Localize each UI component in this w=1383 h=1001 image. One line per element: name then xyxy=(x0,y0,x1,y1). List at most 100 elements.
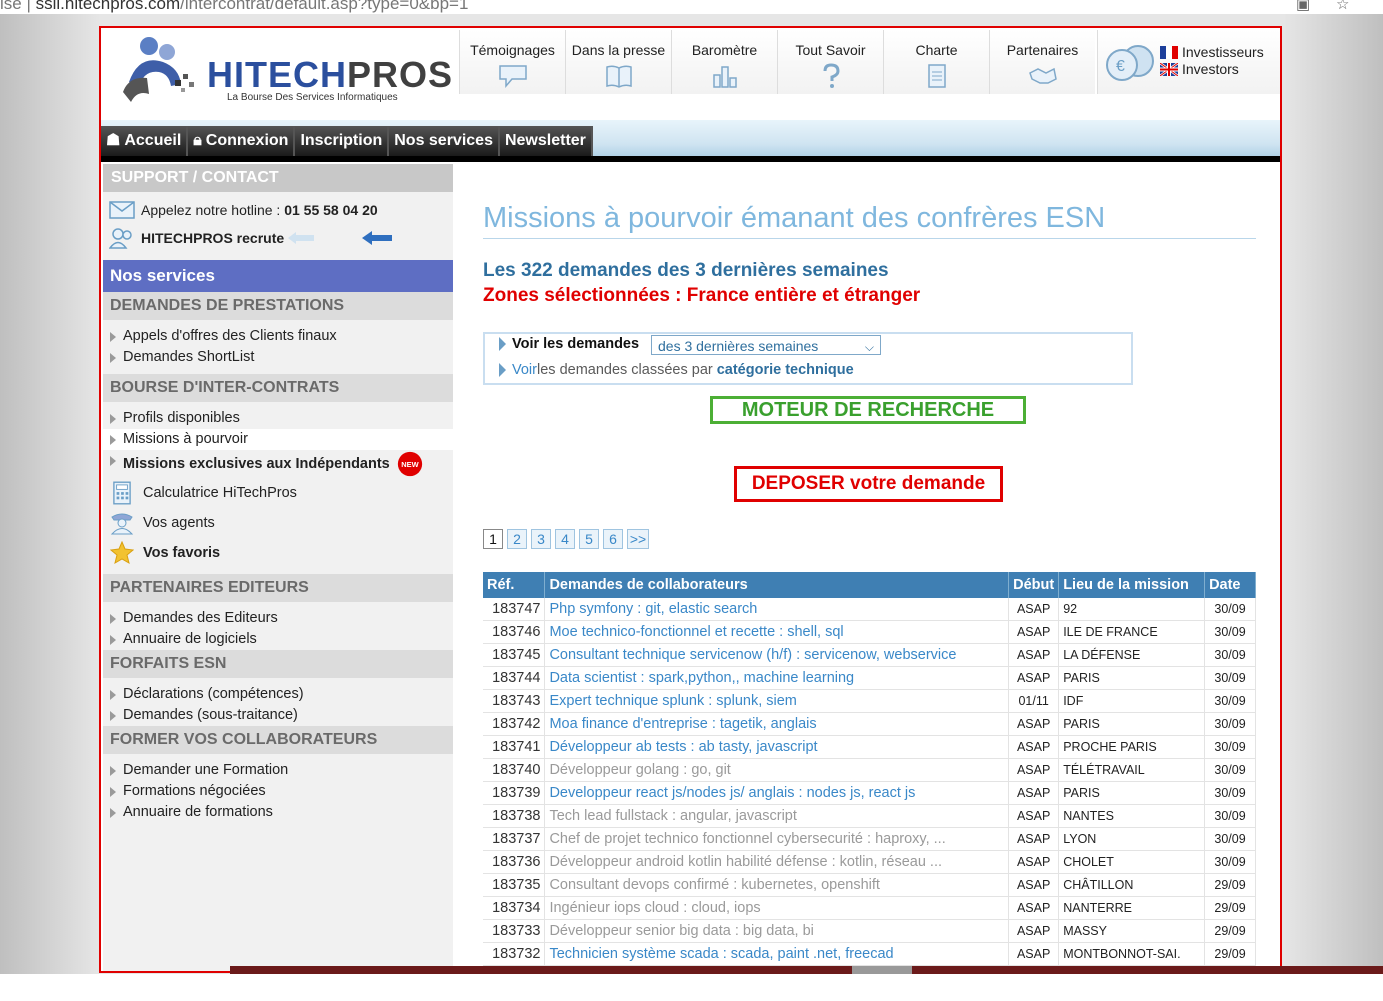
cell-demande-link[interactable]: Chef de projet technico fonctionnel cybe… xyxy=(544,827,1010,851)
cell-demande-link[interactable]: Expert technique splunk : splunk, siem xyxy=(544,689,1010,713)
sidebar-link-shortlist[interactable]: Demandes ShortList xyxy=(103,347,453,368)
sidebar-link-declarations[interactable]: Déclarations (compétences) xyxy=(103,684,453,705)
scrollbar-thumb[interactable] xyxy=(852,966,912,974)
page-3[interactable]: 3 xyxy=(531,529,551,549)
sidebar-link-missions-exclusives[interactable]: Missions exclusives aux Indépendants NEW xyxy=(103,450,453,478)
table-row[interactable]: 183744 Data scientist : spark,python,, ma… xyxy=(483,666,1256,690)
nav-accueil[interactable]: ☗ Accueil xyxy=(101,126,189,156)
submit-request-button[interactable]: DEPOSER votre demande xyxy=(734,466,1003,502)
investors-box[interactable]: € Investisseurs Investors xyxy=(1097,30,1280,94)
svg-text:NEW: NEW xyxy=(401,460,419,469)
page-6[interactable]: 6 xyxy=(603,529,623,549)
sidebar-link-profils[interactable]: Profils disponibles xyxy=(103,408,453,429)
cell-demande-link[interactable]: Développeur android kotlin habilité défe… xyxy=(544,850,1010,874)
table-row[interactable]: 183734 Ingénieur iops cloud : cloud, iops… xyxy=(483,896,1256,920)
partenaires-editeurs-heading: PARTENAIRES EDITEURS xyxy=(103,574,453,602)
cell-demande-link[interactable]: Développeur golang : go, git xyxy=(544,758,1010,782)
cell-demande-link[interactable]: Ingénieur iops cloud : cloud, iops xyxy=(544,896,1010,920)
bar-chart-icon xyxy=(712,66,737,88)
table-row[interactable]: 183737 Chef de projet technico fonctionne… xyxy=(483,827,1256,851)
sidebar-link-appels-offres[interactable]: Appels d'offres des Clients finaux xyxy=(103,326,453,347)
cell-ref: 183745 xyxy=(483,643,546,667)
sidebar-link-missions[interactable]: Missions à pourvoir xyxy=(103,429,453,450)
cell-demande-link[interactable]: Tech lead fullstack : angular, javascrip… xyxy=(544,804,1010,828)
logo-wordmark: HITECHPROS xyxy=(207,54,454,95)
page-status-icon[interactable]: ▣ xyxy=(1296,0,1310,13)
cell-demande-link[interactable]: Moa finance d'entreprise : tagetik, angl… xyxy=(544,712,1010,736)
triangle-right-icon xyxy=(499,337,506,351)
col-date: Date xyxy=(1204,572,1256,598)
topnav-temoignages[interactable]: Témoignages xyxy=(459,30,565,94)
table-row[interactable]: 183732 Technicien système scada : scada, … xyxy=(483,942,1256,966)
sidebar-link-demander-formation[interactable]: Demander une Formation xyxy=(103,760,453,781)
sidebar-link-agents[interactable]: Vos agents xyxy=(103,508,453,538)
cell-debut: ASAP xyxy=(1008,643,1060,667)
cell-demande-link[interactable]: Consultant devops confirmé : kubernetes,… xyxy=(544,873,1010,897)
cell-date: 30/09 xyxy=(1204,804,1256,828)
horizontal-scrollbar[interactable] xyxy=(230,966,1383,974)
page-5[interactable]: 5 xyxy=(579,529,599,549)
table-row[interactable]: 183743 Expert technique splunk : splunk, … xyxy=(483,689,1256,713)
cell-debut: ASAP xyxy=(1008,850,1060,874)
nav-nos-services[interactable]: Nos services xyxy=(389,126,500,156)
faded-arrow-icon xyxy=(288,232,315,244)
url-path: /intercontrat/default.asp?type=0&bp=1 xyxy=(180,0,469,13)
pagination: 1 2 3 4 5 6 >> xyxy=(483,529,653,549)
recrute-line[interactable]: HITECHPROS recrute xyxy=(103,224,453,252)
cell-ref: 183743 xyxy=(483,689,546,713)
investors-fr-link[interactable]: Investisseurs xyxy=(1160,44,1264,60)
period-select[interactable]: des 3 dernières semaines ⌵ xyxy=(651,335,881,355)
people-icon xyxy=(109,228,132,249)
table-row[interactable]: 183747 Php symfony : git, elastic search A… xyxy=(483,598,1256,621)
filter-row-category[interactable]: Voir les demandes classées par catégorie … xyxy=(499,362,854,378)
cell-demande-link[interactable]: Technicien système scada : scada, paint … xyxy=(544,942,1010,966)
question-icon xyxy=(823,63,840,88)
table-row[interactable]: 183738 Tech lead fullstack : angular, jav… xyxy=(483,804,1256,828)
table-row[interactable]: 183745 Consultant technique servicenow (h… xyxy=(483,643,1256,667)
nav-connexion[interactable]: 🔒︎ Connexion xyxy=(188,126,296,156)
site-logo[interactable]: HITECHPROS La Bourse Des Services Inform… xyxy=(119,32,452,114)
sidebar-link-demandes-editeurs[interactable]: Demandes des Editeurs xyxy=(103,608,453,629)
topnav-partenaires[interactable]: Partenaires xyxy=(989,30,1095,94)
search-engine-button[interactable]: MOTEUR DE RECHERCHE xyxy=(710,396,1026,424)
nav-newsletter[interactable]: Newsletter xyxy=(499,126,593,156)
cell-date: 29/09 xyxy=(1204,919,1256,943)
nav-inscription[interactable]: Inscription xyxy=(295,126,390,156)
page-4[interactable]: 4 xyxy=(555,529,575,549)
sidebar-link-annuaire-logiciels[interactable]: Annuaire de logiciels xyxy=(103,629,453,650)
bookmark-star-icon[interactable]: ☆ xyxy=(1336,0,1349,13)
cell-demande-link[interactable]: Consultant technique servicenow (h/f) : … xyxy=(544,643,1010,667)
table-row[interactable]: 183746 Moe technico-fonctionnel et recett… xyxy=(483,620,1256,644)
sidebar-link-demandes-sous-traitance[interactable]: Demandes (sous-traitance) xyxy=(103,705,453,726)
topnav-dans-la-presse[interactable]: Dans la presse xyxy=(565,30,671,94)
sidebar-link-calculatrice[interactable]: Calculatrice HiTechPros xyxy=(103,478,453,508)
cell-demande-link[interactable]: Moe technico-fonctionnel et recette : sh… xyxy=(544,620,1010,644)
cell-lieu: NANTERRE xyxy=(1058,896,1206,920)
sidebar-link-annuaire-formations[interactable]: Annuaire de formations xyxy=(103,802,453,823)
topnav-tout-savoir[interactable]: Tout Savoir xyxy=(777,30,883,94)
table-row[interactable]: 183740 Développeur golang : go, git ASAP TÉ… xyxy=(483,758,1256,782)
topnav-barometre[interactable]: Baromètre xyxy=(671,30,777,94)
topnav-charte[interactable]: Charte xyxy=(883,30,989,94)
investors-en-link[interactable]: Investors xyxy=(1160,61,1239,77)
page-1[interactable]: 1 xyxy=(483,529,503,549)
table-row[interactable]: 183739 Developpeur react js/nodes js/ ang… xyxy=(483,781,1256,805)
sidebar-link-favoris[interactable]: Vos favoris xyxy=(103,538,453,568)
cell-demande-link[interactable]: Développeur ab tests : ab tasty, javascr… xyxy=(544,735,1010,759)
cell-ref: 183744 xyxy=(483,666,546,690)
cell-demande-link[interactable]: Data scientist : spark,python,, machine … xyxy=(544,666,1010,690)
browser-address-bar[interactable]: ise | ssii.hitechpros.com/intercontrat/d… xyxy=(0,0,1383,14)
table-row[interactable]: 183742 Moa finance d'entreprise : tagetik… xyxy=(483,712,1256,736)
sidebar-link-formations-negociees[interactable]: Formations négociées xyxy=(103,781,453,802)
table-row[interactable]: 183735 Consultant devops confirmé : kuber… xyxy=(483,873,1256,897)
calculator-icon xyxy=(113,481,131,505)
table-row[interactable]: 183736 Développeur android kotlin habilit… xyxy=(483,850,1256,874)
page-2[interactable]: 2 xyxy=(507,529,527,549)
cell-demande-link[interactable]: Développeur senior big data : big data, … xyxy=(544,919,1010,943)
cell-demande-link[interactable]: Php symfony : git, elastic search xyxy=(544,598,1010,621)
cell-demande-link[interactable]: Developpeur react js/nodes js/ anglais :… xyxy=(544,781,1010,805)
table-row[interactable]: 183741 Développeur ab tests : ab tasty, j… xyxy=(483,735,1256,759)
table-row[interactable]: 183733 Développeur senior big data : big … xyxy=(483,919,1256,943)
cell-lieu: MASSY xyxy=(1058,919,1206,943)
page-next[interactable]: >> xyxy=(627,529,649,549)
